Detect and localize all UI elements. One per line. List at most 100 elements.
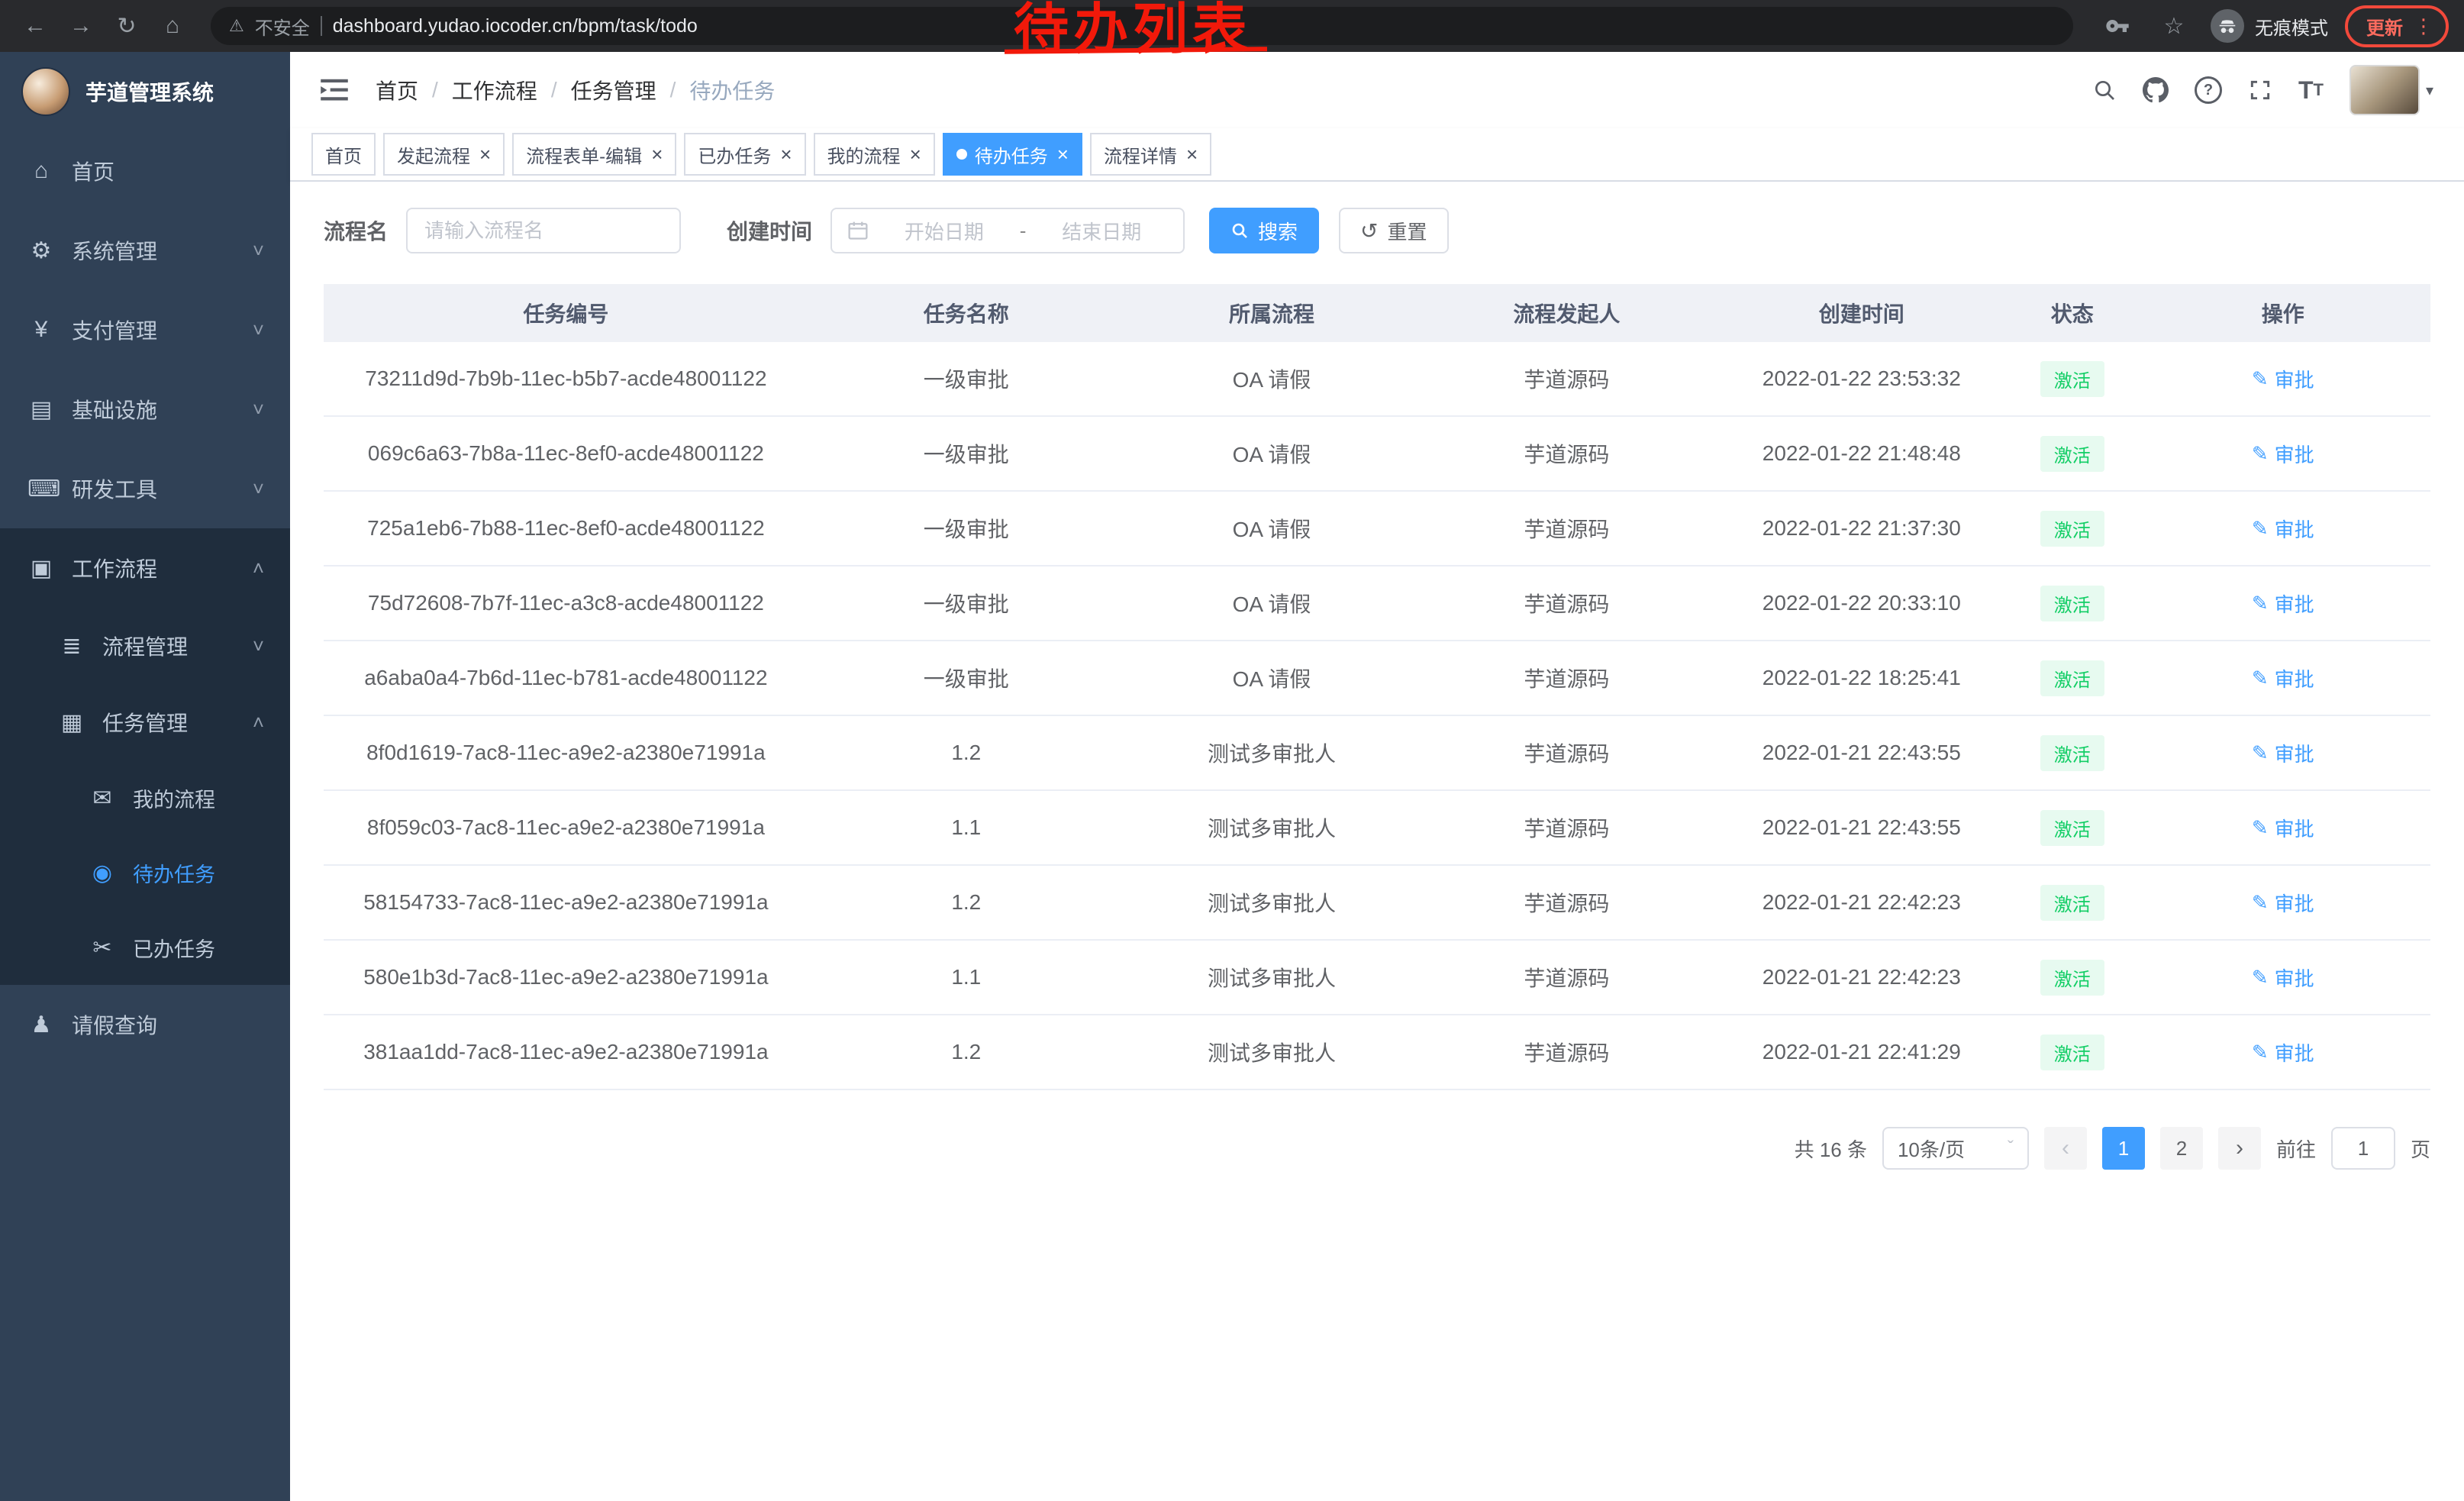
sidebar-item-task-mgmt[interactable]: ▦任务管理˄ [0, 684, 290, 760]
sidebar-item-process-mgmt[interactable]: ≣流程管理˅ [0, 608, 290, 684]
approve-link[interactable]: ✎审批 [2252, 1038, 2314, 1067]
tab-3[interactable]: 已办任务 × [684, 133, 805, 176]
next-page-button[interactable]: › [2218, 1127, 2261, 1170]
tab-2[interactable]: 流程表单-编辑× [512, 133, 676, 176]
sidebar-item-devtools[interactable]: ⌨研发工具˅ [0, 449, 290, 528]
date-range-picker[interactable]: 开始日期 - 结束日期 [830, 208, 1185, 253]
sidebar-item-infra[interactable]: ▤基础设施˅ [0, 370, 290, 449]
help-icon[interactable]: ? [2195, 76, 2222, 104]
approve-link[interactable]: ✎审批 [2252, 739, 2314, 767]
sidebar-item-done-tasks[interactable]: ✂已办任务 [0, 910, 290, 985]
approve-link[interactable]: ✎审批 [2252, 515, 2314, 543]
refresh-icon: ↺ [1360, 218, 1378, 244]
approve-link[interactable]: ✎审批 [2252, 664, 2314, 692]
cell-initiator: 芋道源码 [1419, 716, 1714, 789]
browser-home-icon[interactable]: ⌂ [153, 6, 192, 46]
menu-dots-icon[interactable]: ⋮ [2414, 15, 2433, 38]
home-icon: ⌂ [27, 158, 55, 184]
sidebar-item-workflow[interactable]: ▣工作流程˄ [0, 528, 290, 608]
sidebar-item-payment[interactable]: ¥支付管理˅ [0, 290, 290, 370]
cell-status: 激活 [2009, 342, 2136, 415]
forward-icon[interactable]: → [61, 6, 101, 46]
cell-created-time: 2022-01-22 21:48:48 [1714, 417, 2009, 490]
cell-created-time: 2022-01-21 22:41:29 [1714, 1015, 2009, 1089]
process-name-input[interactable] [406, 208, 681, 253]
table-header: 任务编号任务名称所属流程流程发起人创建时间状态操作 [324, 284, 2430, 342]
sidebar-item-leave-query[interactable]: ♟请假查询 [0, 985, 290, 1064]
tab-close-icon[interactable]: × [780, 144, 792, 164]
page-unit-label: 页 [2411, 1135, 2430, 1163]
cell-task-name: 1.2 [808, 1015, 1124, 1089]
sidebar-item-label: 流程管理 [102, 631, 188, 661]
cell-task-name: 一级审批 [808, 492, 1124, 565]
cell-task-id: 069c6a63-7b8a-11ec-8ef0-acde48001122 [324, 417, 808, 490]
sidebar-item-label: 首页 [72, 156, 114, 186]
bookmark-star-icon[interactable]: ☆ [2154, 6, 2194, 46]
fullscreen-icon[interactable] [2248, 78, 2272, 102]
cell-task-name: 一级审批 [808, 342, 1124, 415]
breadcrumb-item-0[interactable]: 首页 [376, 75, 418, 105]
tab-0[interactable]: 首页 [311, 133, 376, 176]
search-icon[interactable] [2092, 78, 2117, 102]
infrastructure-icon: ▤ [27, 396, 55, 423]
cell-initiator: 芋道源码 [1419, 492, 1714, 565]
done-task-icon: ✂ [89, 934, 116, 961]
pen-icon: ✎ [2252, 966, 2269, 989]
tab-4[interactable]: 我的流程× [814, 133, 935, 176]
cell-task-name: 1.1 [808, 941, 1124, 1014]
todo-task-icon: ◉ [89, 860, 116, 886]
process-name-label: 流程名 [324, 215, 388, 246]
cell-task-id: 381aa1dd-7ac8-11ec-a9e2-a2380e71991a [324, 1015, 808, 1089]
sidebar-item-my-process[interactable]: ✉我的流程 [0, 760, 290, 835]
approve-link[interactable]: ✎审批 [2252, 365, 2314, 393]
search-button[interactable]: 搜索 [1209, 208, 1319, 253]
cell-status: 激活 [2009, 492, 2136, 565]
avatar[interactable] [2350, 65, 2420, 115]
tab-label: 流程详情 [1104, 141, 1177, 168]
tab-close-icon[interactable]: × [910, 144, 921, 164]
user-menu[interactable]: ▾ [2350, 65, 2433, 115]
goto-page-input[interactable] [2331, 1127, 2395, 1170]
page-2-button[interactable]: 2 [2160, 1127, 2203, 1170]
tab-label: 已办任务 [698, 141, 771, 168]
approve-link[interactable]: ✎审批 [2252, 440, 2314, 468]
tab-6[interactable]: 流程详情 × [1090, 133, 1211, 176]
tab-1[interactable]: 发起流程× [383, 133, 505, 176]
breadcrumb-item-2[interactable]: 任务管理 [571, 75, 656, 105]
cell-task-name: 一级审批 [808, 641, 1124, 715]
approve-link[interactable]: ✎审批 [2252, 964, 2314, 992]
font-size-icon[interactable]: TT [2298, 78, 2324, 102]
breadcrumb-item-1[interactable]: 工作流程 [452, 75, 537, 105]
sidebar-item-home[interactable]: ⌂ 首页 [0, 131, 290, 211]
tab-close-icon[interactable]: × [1186, 144, 1198, 164]
tab-close-icon[interactable]: × [1057, 144, 1069, 164]
column-header-1: 任务名称 [808, 284, 1124, 342]
github-icon[interactable] [2143, 77, 2169, 103]
tab-close-icon[interactable]: × [651, 144, 663, 164]
reload-icon[interactable]: ↻ [107, 6, 147, 46]
navbar: 首页/工作流程/任务管理/待办任务 ? TT ▾ [290, 52, 2464, 128]
approve-link[interactable]: ✎审批 [2252, 889, 2314, 917]
breadcrumb-separator: / [432, 78, 438, 102]
page-size-select[interactable]: 10条/页 ˇ [1882, 1127, 2029, 1170]
page-1-button[interactable]: 1 [2102, 1127, 2145, 1170]
sidebar-fold-icon[interactable] [321, 78, 348, 102]
security-label: 不安全 [255, 13, 310, 40]
approve-link-label: 审批 [2275, 814, 2314, 842]
update-label: 更新 [2366, 13, 2403, 40]
reset-button[interactable]: ↺ 重置 [1339, 208, 1448, 253]
back-icon[interactable]: ← [15, 6, 55, 46]
sidebar-item-system[interactable]: ⚙系统管理˅ [0, 211, 290, 290]
approve-link[interactable]: ✎审批 [2252, 814, 2314, 842]
sidebar-item-todo-tasks[interactable]: ◉待办任务 [0, 835, 290, 910]
workflow-icon: ▣ [27, 555, 55, 582]
tab-close-icon[interactable]: × [479, 144, 491, 164]
total-count: 共 16 条 [1795, 1135, 1867, 1163]
cell-task-id: 75d72608-7b7f-11ec-a3c8-acde48001122 [324, 567, 808, 640]
prev-page-button[interactable]: ‹ [2044, 1127, 2087, 1170]
tab-5[interactable]: 待办任务× [943, 133, 1082, 176]
update-button[interactable]: 更新 ⋮ [2345, 5, 2449, 47]
cell-initiator: 芋道源码 [1419, 1015, 1714, 1089]
key-icon[interactable] [2098, 6, 2137, 46]
approve-link[interactable]: ✎审批 [2252, 589, 2314, 618]
